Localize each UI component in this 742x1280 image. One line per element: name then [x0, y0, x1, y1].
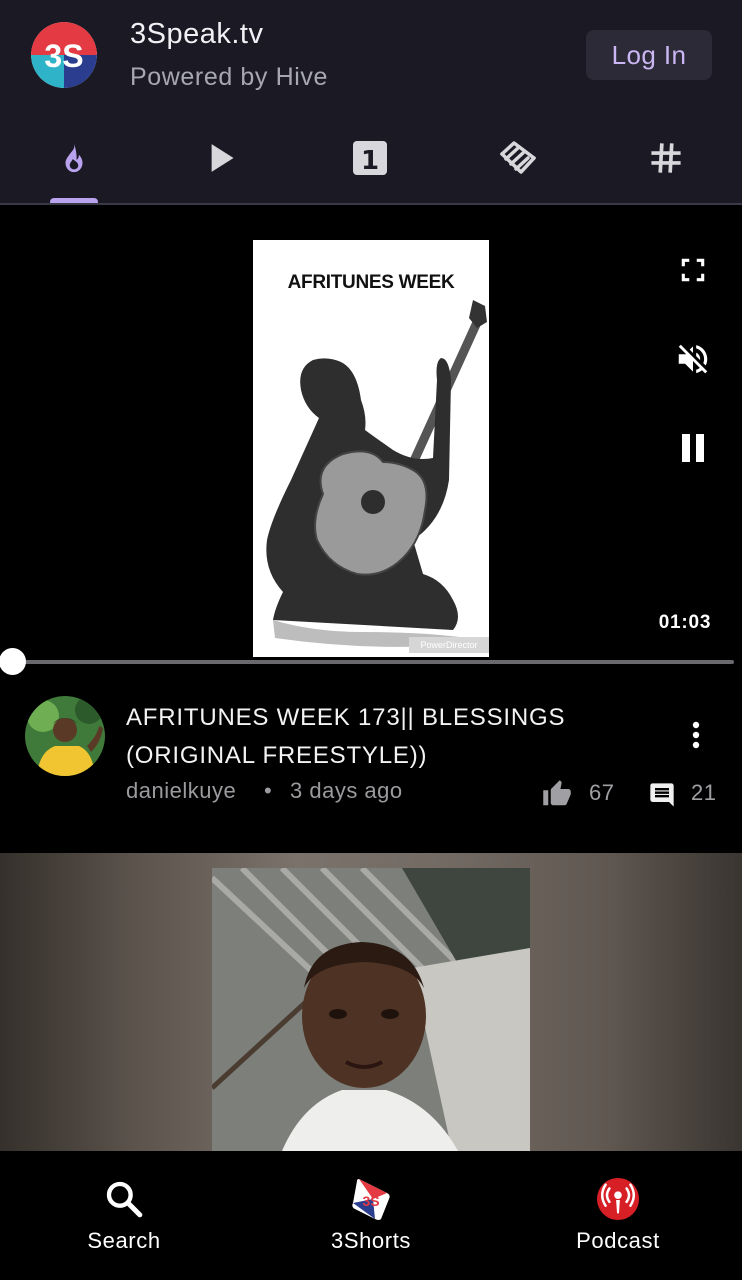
- thumbnail-watermark: PowerDirector: [409, 637, 489, 653]
- svg-text:3S: 3S: [44, 38, 83, 74]
- play-icon: [211, 144, 234, 172]
- comment-count: 21: [691, 780, 717, 805]
- nav-3shorts[interactable]: 3S 3Shorts: [271, 1151, 471, 1280]
- nav-search-label: Search: [87, 1228, 161, 1253]
- more-options-button[interactable]: [682, 715, 710, 755]
- tab-tags[interactable]: [592, 112, 740, 204]
- flame-icon: [65, 143, 83, 173]
- video-title[interactable]: AFRITUNES WEEK 173|| BLESSINGS (ORIGINAL…: [126, 699, 686, 775]
- app-header: 3S 3Speak.tv Powered by Hive Log In: [0, 0, 742, 112]
- app-subtitle: Powered by Hive: [130, 63, 328, 91]
- pause-button[interactable]: [672, 427, 714, 469]
- nav-podcast[interactable]: Podcast: [518, 1151, 718, 1280]
- app-title: 3Speak.tv: [130, 18, 264, 50]
- video-thumbnail[interactable]: AFRITUNES WEEK PowerDirector: [253, 240, 489, 657]
- tab-first-uploads[interactable]: 1: [296, 112, 444, 204]
- nav-search[interactable]: Search: [24, 1151, 224, 1280]
- video-info: AFRITUNES WEEK 173|| BLESSINGS (ORIGINAL…: [0, 675, 742, 853]
- tab-new-videos[interactable]: [148, 112, 296, 204]
- hashtag-icon: [651, 143, 681, 173]
- next-video-card[interactable]: [0, 853, 742, 1151]
- nav-podcast-label: Podcast: [576, 1228, 660, 1253]
- tab-communities[interactable]: [444, 112, 592, 204]
- podcast-icon: [596, 1177, 640, 1221]
- more-vertical-icon: [692, 721, 700, 749]
- like-count: 67: [589, 780, 615, 805]
- tab-trending[interactable]: [0, 112, 148, 204]
- thumbs-up-icon[interactable]: [542, 779, 572, 809]
- bottom-navigation: Search 3S 3Shorts Podcast: [0, 1151, 742, 1280]
- community-icon: [500, 141, 536, 174]
- meta-separator: •: [264, 778, 273, 803]
- video-duration: 01:03: [658, 612, 712, 633]
- mute-toggle-button[interactable]: [672, 338, 714, 380]
- search-icon: [102, 1177, 146, 1221]
- next-video-thumbnail[interactable]: [212, 868, 530, 1151]
- comment-icon[interactable]: [648, 781, 676, 809]
- video-age: 3 days ago: [290, 778, 403, 803]
- 3speak-logo-icon[interactable]: 3S: [31, 22, 97, 88]
- first-upload-icon: 1: [353, 141, 387, 176]
- nav-3shorts-label: 3Shorts: [330, 1228, 412, 1253]
- 3shorts-icon: 3S: [349, 1177, 393, 1221]
- pause-icon: [682, 434, 704, 462]
- svg-text:3S: 3S: [362, 1193, 379, 1209]
- author-avatar[interactable]: [25, 696, 105, 776]
- video-player[interactable]: AFRITUNES WEEK PowerDirector 01:03: [0, 205, 742, 675]
- category-tabs: 1: [0, 112, 742, 204]
- author-name[interactable]: danielkuye: [126, 778, 236, 804]
- guitarist-illustration: [266, 300, 487, 647]
- fullscreen-icon: [681, 258, 705, 282]
- svg-text:1: 1: [361, 146, 379, 176]
- login-button[interactable]: Log In: [586, 30, 712, 80]
- progress-bar[interactable]: [10, 660, 734, 664]
- progress-scrubber[interactable]: [0, 648, 26, 675]
- fullscreen-button[interactable]: [672, 249, 714, 291]
- person-photo: [212, 868, 530, 1151]
- volume-muted-icon: [678, 344, 708, 374]
